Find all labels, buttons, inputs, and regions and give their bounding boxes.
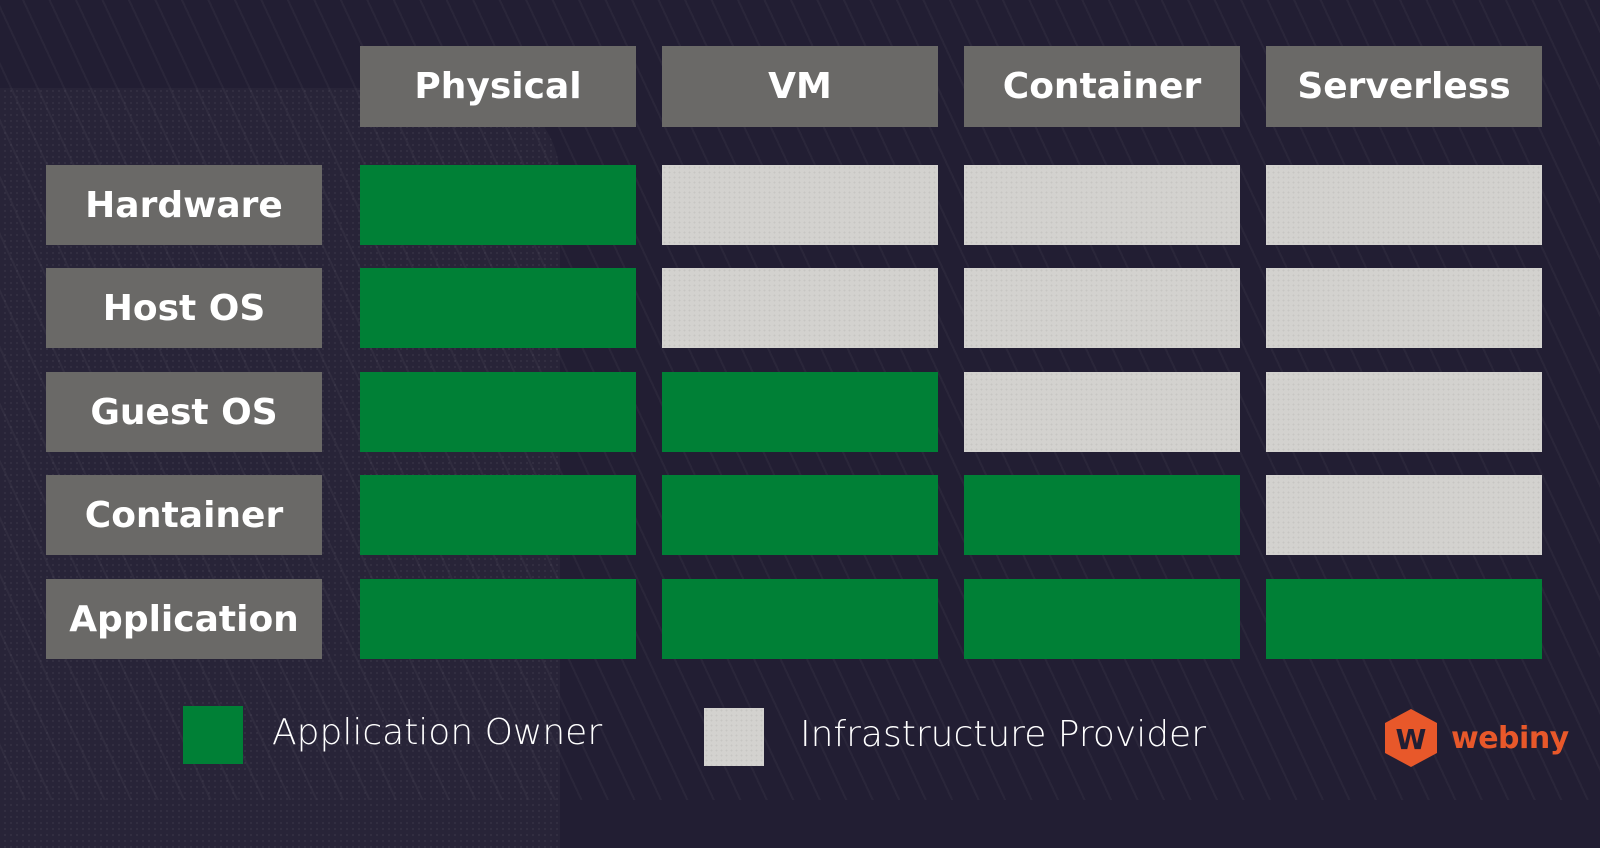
matrix-cell-owner xyxy=(360,372,636,452)
row-header: Host OS xyxy=(46,268,322,348)
column-header: Container xyxy=(964,46,1240,127)
matrix-cell-provider xyxy=(1266,268,1542,348)
svg-text:W: W xyxy=(1396,723,1427,756)
matrix-cell-provider xyxy=(662,165,938,245)
matrix-cell-provider xyxy=(964,372,1240,452)
row-header: Guest OS xyxy=(46,372,322,452)
legend-owner-swatch xyxy=(183,706,243,764)
matrix-cell-owner xyxy=(1266,579,1542,659)
legend-provider-label: Infrastructure Provider xyxy=(800,714,1207,755)
matrix-cell-provider xyxy=(662,268,938,348)
matrix-cell-owner xyxy=(360,475,636,555)
webiny-logo: W webiny xyxy=(1383,707,1569,769)
matrix-cell-owner xyxy=(964,475,1240,555)
row-header: Container xyxy=(46,475,322,555)
matrix-cell-owner xyxy=(360,268,636,348)
matrix-cell-owner xyxy=(360,579,636,659)
row-header: Application xyxy=(46,579,322,659)
matrix-cell-owner xyxy=(662,475,938,555)
brand-name: webiny xyxy=(1451,720,1569,756)
legend-provider-swatch xyxy=(704,708,764,766)
matrix-cell-owner xyxy=(662,372,938,452)
matrix-cell-provider xyxy=(1266,165,1542,245)
matrix-cell-owner xyxy=(964,579,1240,659)
legend-owner-label: Application Owner xyxy=(272,712,603,753)
webiny-hexagon-w-icon: W xyxy=(1385,709,1437,767)
column-header: VM xyxy=(662,46,938,127)
matrix-cell-provider xyxy=(964,268,1240,348)
matrix-cell-owner xyxy=(360,165,636,245)
column-header: Physical xyxy=(360,46,636,127)
column-header: Serverless xyxy=(1266,46,1542,127)
matrix-cell-provider xyxy=(1266,475,1542,555)
matrix-cell-provider xyxy=(1266,372,1542,452)
row-header: Hardware xyxy=(46,165,322,245)
matrix-cell-owner xyxy=(662,579,938,659)
matrix-cell-provider xyxy=(964,165,1240,245)
